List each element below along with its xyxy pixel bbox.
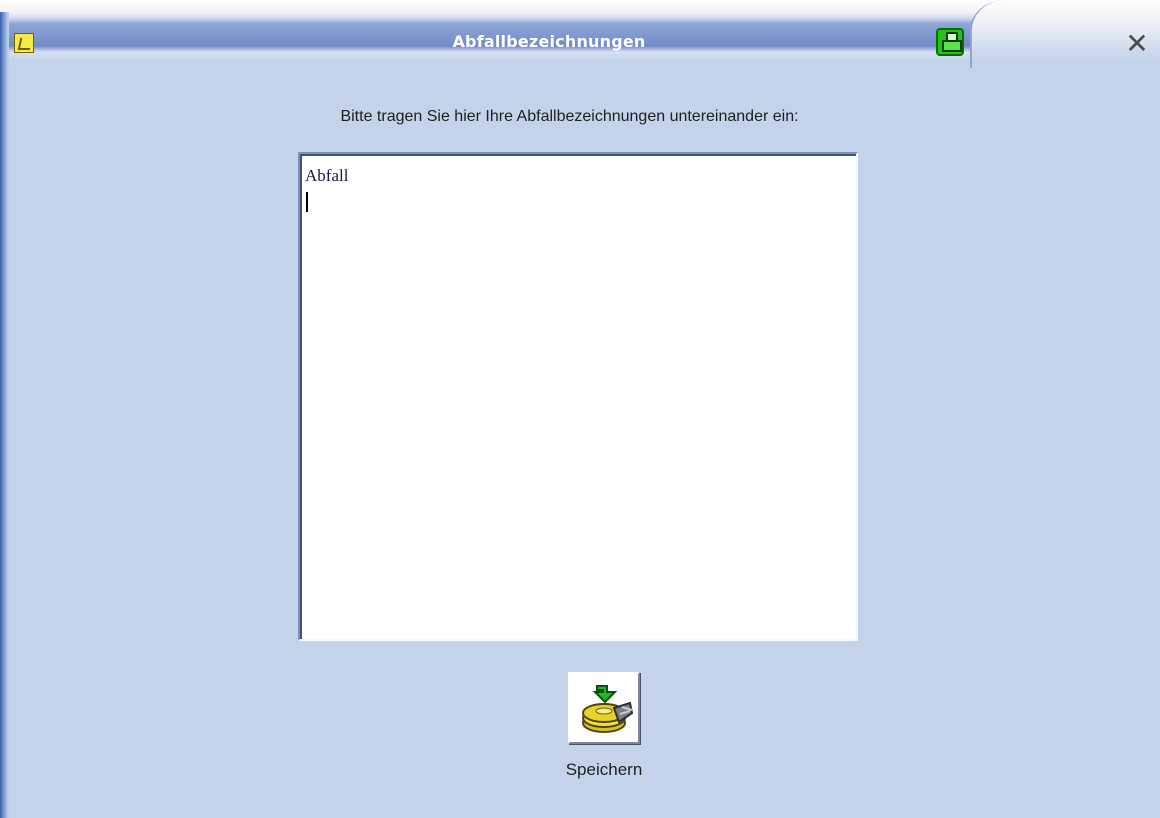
- textarea-value: Abfall: [305, 166, 349, 185]
- instruction-label: Bitte tragen Sie hier Ihre Abfallbezeich…: [340, 108, 799, 125]
- window: Abfallbezeichnungen ✕ Bitte tragen Sie h…: [0, 0, 1160, 818]
- close-button[interactable]: ✕: [1122, 29, 1152, 59]
- title-bar[interactable]: Abfallbezeichnungen ✕: [0, 0, 1160, 68]
- text-cursor: [306, 192, 308, 212]
- waste-names-textarea[interactable]: Abfall: [300, 154, 856, 639]
- save-label: Speichern: [565, 760, 643, 779]
- close-icon: ✕: [1125, 27, 1149, 60]
- save-button[interactable]: [568, 672, 640, 744]
- printer-icon-body: [942, 40, 962, 52]
- waste-names-textarea-frame: Abfall: [298, 152, 858, 641]
- save-disk-icon: [574, 678, 638, 742]
- window-title: Abfallbezeichnungen: [452, 32, 646, 51]
- print-button[interactable]: [936, 28, 964, 56]
- title-bar-top-strip: [0, 0, 1010, 12]
